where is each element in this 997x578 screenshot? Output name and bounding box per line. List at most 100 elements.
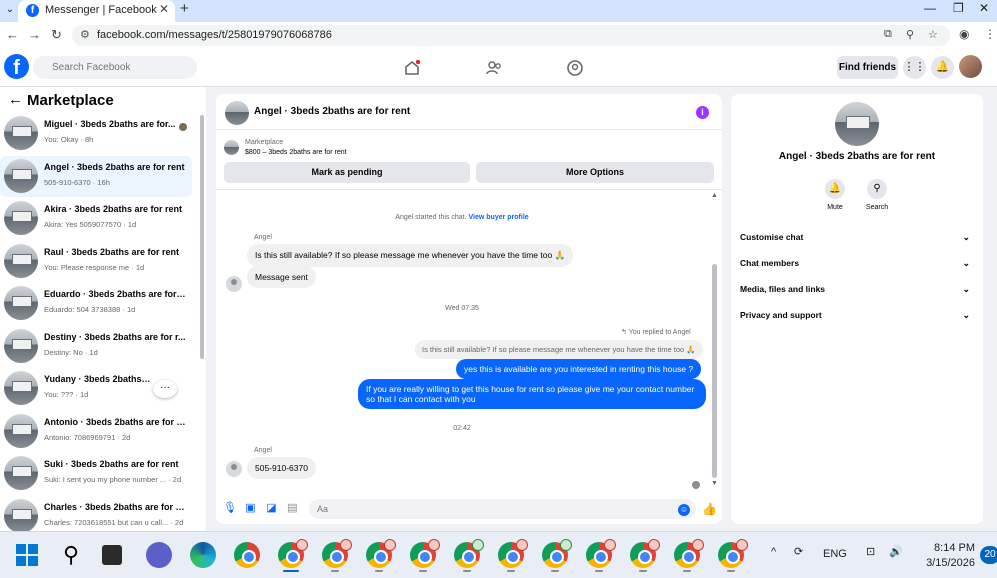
back-arrow-icon[interactable]: ← — [8, 91, 23, 108]
conversation-item[interactable]: Antonio · 3beds 2baths are for r... Anto… — [0, 411, 192, 452]
menu-grid-icon[interactable]: ⋮⋮ — [903, 56, 926, 79]
tab-close-icon[interactable]: ✕ — [159, 2, 169, 16]
conversation-item[interactable]: Akira · 3beds 2baths are for rent Akira:… — [0, 198, 192, 239]
scroll-down-icon[interactable]: ▼ — [711, 480, 718, 487]
incoming-message[interactable]: 505-910-6370 — [247, 457, 316, 479]
scroll-up-icon[interactable]: ▲ — [711, 192, 718, 199]
zoom-icon[interactable]: ⚲ — [906, 28, 914, 41]
incoming-message[interactable]: Is this still available? If so please me… — [247, 244, 574, 267]
profile-icon[interactable]: ◉ — [959, 27, 969, 41]
edge-icon[interactable] — [190, 542, 216, 568]
restore-icon[interactable]: ❐ — [953, 1, 964, 15]
mark-as-pending-button[interactable]: Mark as pending — [224, 162, 470, 183]
chrome-profile-icon[interactable] — [718, 539, 748, 568]
outgoing-message[interactable]: yes this is available are you interested… — [456, 359, 702, 379]
volume-icon[interactable]: 🔊 — [889, 545, 903, 558]
chrome-profile-icon[interactable] — [542, 539, 572, 568]
home-icon[interactable] — [403, 59, 421, 77]
chrome-profile-icon[interactable] — [410, 539, 440, 568]
close-window-icon[interactable]: ✕ — [979, 1, 989, 15]
photo-icon[interactable]: ▣ — [244, 502, 257, 515]
listing-title[interactable]: $800 – 3beds 2baths are for rent — [245, 149, 347, 156]
incoming-message[interactable]: Message sent — [247, 266, 316, 288]
forward-icon[interactable]: → — [28, 27, 41, 42]
view-buyer-profile-link[interactable]: View buyer profile — [469, 214, 529, 221]
tab-search-icon[interactable]: ⌄ — [2, 2, 18, 18]
conversation-item[interactable]: Miguel · 3beds 2baths are for... You: Ok… — [0, 113, 192, 154]
chrome-profile-icon[interactable] — [322, 539, 352, 568]
chat-scrollbar[interactable] — [712, 264, 717, 478]
chrome-profile-icon[interactable] — [366, 539, 396, 568]
chrome-icon[interactable] — [234, 542, 260, 568]
quoted-message[interactable]: Is this still available? If so please me… — [415, 340, 703, 359]
reload-icon[interactable]: ↻ — [51, 27, 62, 43]
conversation-preview: You: Please response me · 1d — [44, 263, 145, 272]
friends-icon[interactable] — [485, 59, 503, 77]
profile-avatar[interactable] — [835, 102, 879, 146]
url-text[interactable]: facebook.com/messages/t/2580197907606878… — [97, 29, 332, 41]
message-input[interactable] — [309, 499, 696, 519]
sticker-icon[interactable]: ◪ — [265, 502, 278, 515]
site-info-icon[interactable]: ⚙ — [80, 28, 90, 41]
customise-chat-row[interactable]: Customise chat ⌄ — [740, 232, 976, 252]
profile-badge — [428, 539, 440, 551]
conversation-item[interactable]: Raul · 3beds 2baths are for rent You: Pl… — [0, 241, 192, 282]
conversation-item[interactable]: Destiny · 3beds 2baths are for r... Dest… — [0, 326, 192, 367]
language-indicator[interactable]: ENG — [823, 548, 847, 560]
install-icon[interactable]: ⧉ — [884, 28, 892, 41]
chrome-profile-icon[interactable] — [674, 539, 704, 568]
more-options-button[interactable]: More Options — [476, 162, 714, 183]
chrome-profile-icon[interactable] — [498, 539, 528, 568]
media-files-links-row[interactable]: Media, files and links ⌄ — [740, 284, 976, 304]
chevron-up-icon[interactable]: ^ — [771, 546, 776, 558]
listing-thumbnail[interactable] — [224, 140, 239, 155]
minimize-icon[interactable]: — — [924, 1, 936, 15]
back-icon[interactable]: ← — [6, 27, 19, 42]
emoji-icon[interactable]: ☺ — [678, 504, 690, 516]
outgoing-message[interactable]: If you are really willing to get this ho… — [358, 379, 706, 409]
find-friends-button[interactable]: Find friends — [837, 56, 898, 79]
mute-bell-icon[interactable]: 🔔 — [825, 179, 845, 199]
microphone-icon[interactable]: 🎙 — [223, 502, 237, 515]
search-input[interactable] — [33, 56, 197, 79]
info-icon[interactable]: i — [696, 106, 709, 119]
notification-badge[interactable]: 20 — [980, 546, 997, 564]
clock[interactable]: 8:14 PM 3/15/2026 — [913, 541, 975, 571]
groups-icon[interactable] — [566, 59, 584, 77]
chat-members-row[interactable]: Chat members ⌄ — [740, 258, 976, 278]
app-indicator — [727, 570, 735, 572]
address-bar[interactable]: ⚙ facebook.com/messages/t/25801979076068… — [72, 25, 950, 46]
sender-name: Angel — [254, 447, 272, 454]
sync-icon[interactable]: ⟳ — [794, 545, 803, 558]
conversation-name: Angel · 3beds 2baths are for rent — [44, 162, 185, 172]
browser-tab[interactable]: f Messenger | Facebook ✕ — [18, 0, 175, 22]
sidebar-scrollbar[interactable] — [200, 115, 204, 359]
network-icon[interactable]: ⊡ — [866, 545, 875, 558]
conversation-item[interactable]: Eduardo · 3beds 2baths are for r... Edua… — [0, 283, 192, 324]
conversation-name: Akira · 3beds 2baths are for rent — [44, 204, 183, 214]
chrome-profile-icon[interactable] — [278, 539, 308, 568]
windows-start-icon[interactable] — [16, 544, 38, 566]
chrome-profile-icon[interactable] — [586, 539, 616, 568]
privacy-support-row[interactable]: Privacy and support ⌄ — [740, 310, 976, 330]
taskbar: ⚲ ^ ⟳ ENG ⊡ 🔊 8:14 PM 3/15/2026 20 — [0, 531, 997, 578]
gif-icon[interactable]: ▤ — [286, 502, 299, 515]
more-options-icon[interactable]: ··· — [153, 380, 177, 398]
account-avatar[interactable] — [959, 55, 982, 78]
new-tab-icon[interactable]: + — [180, 0, 189, 17]
chrome-menu-icon[interactable]: ⋮ — [984, 27, 996, 41]
task-view-icon[interactable] — [102, 545, 122, 565]
chrome-profile-icon[interactable] — [454, 539, 484, 568]
search-icon[interactable]: ⚲ — [58, 542, 84, 568]
chat-title[interactable]: Angel · 3beds 2baths are for rent — [254, 106, 410, 117]
facebook-logo-icon[interactable]: f — [4, 54, 29, 79]
chrome-profile-icon[interactable] — [630, 539, 660, 568]
search-icon[interactable]: ⚲ — [867, 179, 887, 199]
teams-chat-icon[interactable] — [146, 542, 172, 568]
conversation-item-active[interactable]: Angel · 3beds 2baths are for rent 505-91… — [0, 156, 192, 197]
like-icon[interactable]: 👍 — [702, 502, 717, 516]
conversation-item[interactable]: Suki · 3beds 2baths are for rent Suki: I… — [0, 453, 192, 494]
chat-avatar[interactable] — [225, 101, 249, 125]
bookmark-star-icon[interactable]: ☆ — [928, 28, 938, 41]
notifications-bell-icon[interactable]: 🔔 — [931, 56, 954, 79]
